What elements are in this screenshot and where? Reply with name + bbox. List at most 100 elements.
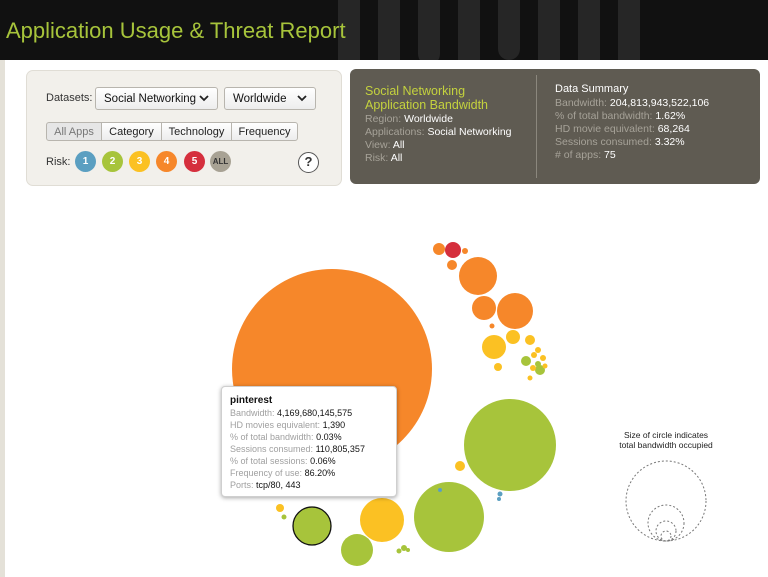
- app-bubble[interactable]: [521, 356, 531, 366]
- header-decoration: [418, 0, 440, 60]
- selection-row: Risk: All: [365, 152, 402, 165]
- legend-circle-small: [655, 520, 677, 542]
- app-bubble[interactable]: [527, 375, 533, 381]
- row-key: Applications:: [365, 126, 425, 138]
- summary-panel: Social Networking Application Bandwidth …: [350, 69, 760, 184]
- app-bubble[interactable]: [360, 498, 404, 542]
- size-legend-label: Size of circle indicates total bandwidth…: [606, 430, 726, 450]
- selection-title: Social Networking: [365, 84, 466, 98]
- app-bubble[interactable]: [433, 243, 445, 255]
- risk-4-button[interactable]: 4: [156, 151, 177, 172]
- app-bubble[interactable]: [542, 363, 548, 369]
- app-bubble[interactable]: [525, 335, 535, 345]
- app-bubble[interactable]: [455, 461, 465, 471]
- summary-title: Data Summary: [555, 83, 629, 95]
- risk-3-button[interactable]: 3: [129, 151, 150, 172]
- risk-1-button[interactable]: 1: [75, 151, 96, 172]
- header-decoration: [578, 0, 600, 60]
- header-decoration: [538, 0, 560, 60]
- app-bubble[interactable]: [447, 260, 457, 270]
- app-bubble[interactable]: [530, 365, 536, 371]
- app-bubble[interactable]: [535, 347, 541, 353]
- summary-row: # of apps: 75: [555, 149, 616, 162]
- tooltip-key: Sessions consumed:: [230, 444, 314, 454]
- row-value: Worldwide: [404, 113, 453, 125]
- app-bubble[interactable]: [497, 293, 533, 329]
- app-bubble[interactable]: [535, 361, 541, 367]
- panel-divider: [536, 75, 537, 178]
- app-bubble[interactable]: [341, 534, 373, 566]
- tooltip-value: tcp/80, 443: [256, 480, 301, 490]
- legend-circle-tiny: [660, 530, 672, 542]
- help-icon[interactable]: ?: [298, 152, 319, 173]
- row-key: % of total bandwidth:: [555, 110, 653, 122]
- region-select[interactable]: Worldwide: [224, 87, 316, 110]
- app-bubble[interactable]: [414, 482, 484, 552]
- app-bubble[interactable]: [464, 399, 556, 491]
- chevron-down-icon: [297, 95, 307, 102]
- app-bubble[interactable]: [531, 352, 537, 358]
- tooltip-row: % of total sessions: 0.06%: [230, 455, 396, 467]
- risk-all-button[interactable]: ALL: [210, 151, 231, 172]
- app-bubble[interactable]: [438, 488, 442, 492]
- risk-5-button[interactable]: 5: [184, 151, 205, 172]
- row-value: 1.62%: [655, 110, 686, 122]
- row-key: Region:: [365, 113, 402, 125]
- selection-row: View: All: [365, 139, 405, 152]
- tooltip-value: 1,390: [322, 420, 346, 430]
- row-key: View:: [365, 139, 391, 151]
- app-bubble[interactable]: [459, 257, 497, 295]
- app-bubble[interactable]: [462, 248, 468, 254]
- row-key: Bandwidth:: [555, 97, 607, 109]
- app-bubble[interactable]: [445, 242, 461, 258]
- app-bubble[interactable]: [506, 330, 520, 344]
- row-value: Social Networking: [427, 126, 512, 138]
- tooltip-key: Bandwidth:: [230, 408, 275, 418]
- page-title: Application Usage & Threat Report: [6, 18, 346, 43]
- app-bubble[interactable]: [276, 504, 284, 512]
- header-decoration: [498, 0, 520, 60]
- tooltip-key: HD movies equivalent:: [230, 420, 321, 430]
- tab-technology[interactable]: Technology: [161, 122, 232, 141]
- row-key: HD movie equivalent:: [555, 123, 655, 135]
- tab-category[interactable]: Category: [101, 122, 162, 141]
- tooltip-value: 4,169,680,145,575: [277, 408, 353, 418]
- summary-row: % of total bandwidth: 1.62%: [555, 110, 685, 123]
- app-bubble[interactable]: [281, 514, 287, 520]
- row-value: All: [392, 139, 405, 151]
- tooltip-key: % of total bandwidth:: [230, 432, 314, 442]
- row-value: 68,264: [657, 123, 690, 135]
- tooltip-row: Frequency of use: 86.20%: [230, 467, 396, 479]
- app-bubble-selected[interactable]: [292, 506, 332, 546]
- app-bubble[interactable]: [497, 497, 501, 501]
- app-bubble[interactable]: [489, 323, 495, 329]
- tab-frequency[interactable]: Frequency: [231, 122, 298, 141]
- risk-2-button[interactable]: 2: [102, 151, 123, 172]
- header-decoration: [458, 0, 480, 60]
- dataset-select[interactable]: Social Networking: [95, 87, 218, 110]
- app-bubble[interactable]: [540, 355, 546, 361]
- app-bubble[interactable]: [396, 548, 402, 554]
- tab-all-apps[interactable]: All Apps: [46, 122, 102, 141]
- tooltip-value: 0.06%: [310, 456, 336, 466]
- risk-label: Risk:: [46, 156, 71, 168]
- selection-row: Applications: Social Networking: [365, 126, 512, 139]
- app-bubble[interactable]: [406, 548, 410, 552]
- region-select-value: Worldwide: [233, 93, 287, 105]
- tooltip-value: 110,805,357: [315, 444, 365, 454]
- selection-row: Region: Worldwide: [365, 113, 453, 126]
- tooltip-title: pinterest: [230, 395, 273, 406]
- legend-circle-large: [625, 460, 707, 542]
- tooltip-key: Frequency of use:: [230, 468, 303, 478]
- app-bubble[interactable]: [482, 335, 506, 359]
- row-key: # of apps:: [555, 149, 602, 161]
- summary-row: HD movie equivalent: 68,264: [555, 123, 690, 136]
- chevron-down-icon: [199, 95, 209, 102]
- size-legend: [625, 460, 707, 542]
- app-bubble[interactable]: [494, 363, 502, 371]
- legend-line: total bandwidth occupied: [619, 440, 713, 450]
- app-tooltip: pinterest Bandwidth: 4,169,680,145,575 H…: [221, 386, 397, 497]
- app-bubble[interactable]: [497, 491, 503, 497]
- app-bubble[interactable]: [472, 296, 496, 320]
- tooltip-key: Ports:: [230, 480, 254, 490]
